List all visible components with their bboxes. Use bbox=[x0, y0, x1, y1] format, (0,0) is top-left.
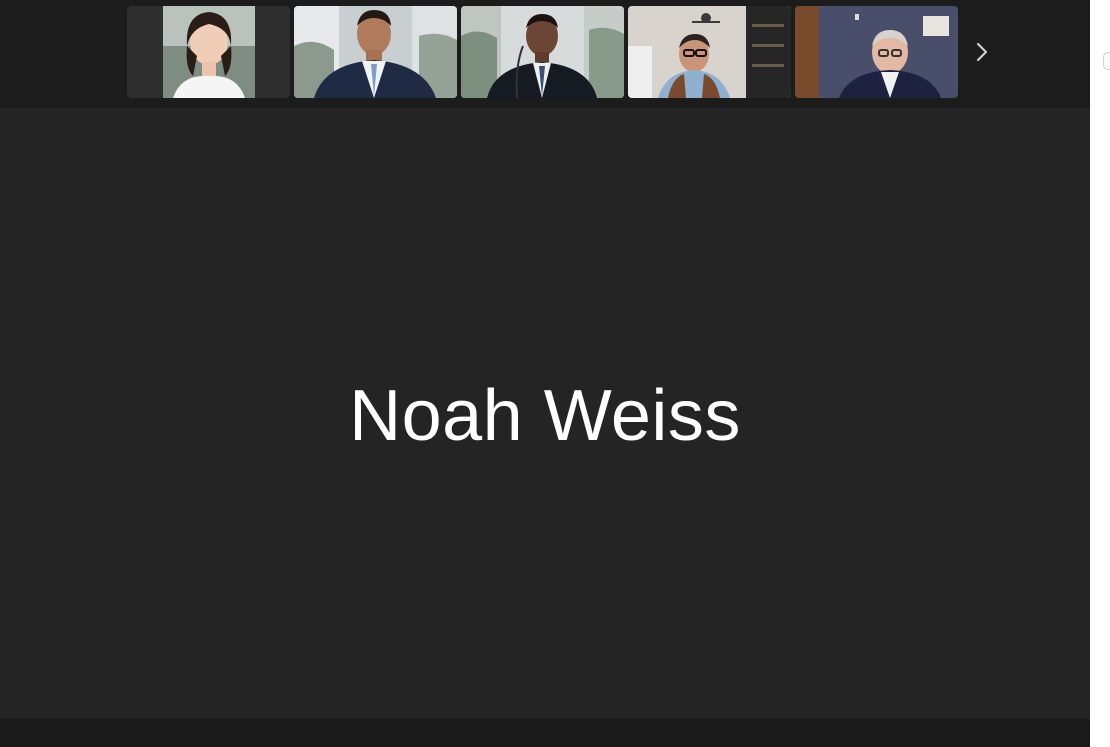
chevron-right-icon bbox=[976, 42, 988, 62]
participant-video-man-glasses-home bbox=[628, 6, 791, 98]
active-speaker-name: Noah Weiss bbox=[349, 375, 741, 456]
participant-video-man-microphone bbox=[461, 6, 624, 98]
panel-resize-handle[interactable] bbox=[1103, 52, 1110, 70]
next-page-button[interactable] bbox=[970, 38, 994, 66]
active-speaker-stage: Noah Weiss bbox=[0, 108, 1090, 719]
participant-video-man-glasses-office bbox=[795, 6, 958, 98]
participant-tile-1[interactable] bbox=[127, 6, 290, 98]
meeting-window: Noah Weiss bbox=[0, 0, 1090, 747]
participant-tile-5[interactable] bbox=[795, 6, 958, 98]
participant-tile-3[interactable] bbox=[461, 6, 624, 98]
participant-video-woman bbox=[127, 6, 290, 98]
participant-tile-2[interactable] bbox=[294, 6, 457, 98]
participant-tile-4[interactable] bbox=[628, 6, 791, 98]
participant-gallery-strip bbox=[0, 0, 1090, 108]
participant-video-man-suit bbox=[294, 6, 457, 98]
side-panel-edge bbox=[1090, 0, 1110, 747]
meeting-controls-bar bbox=[0, 719, 1090, 747]
